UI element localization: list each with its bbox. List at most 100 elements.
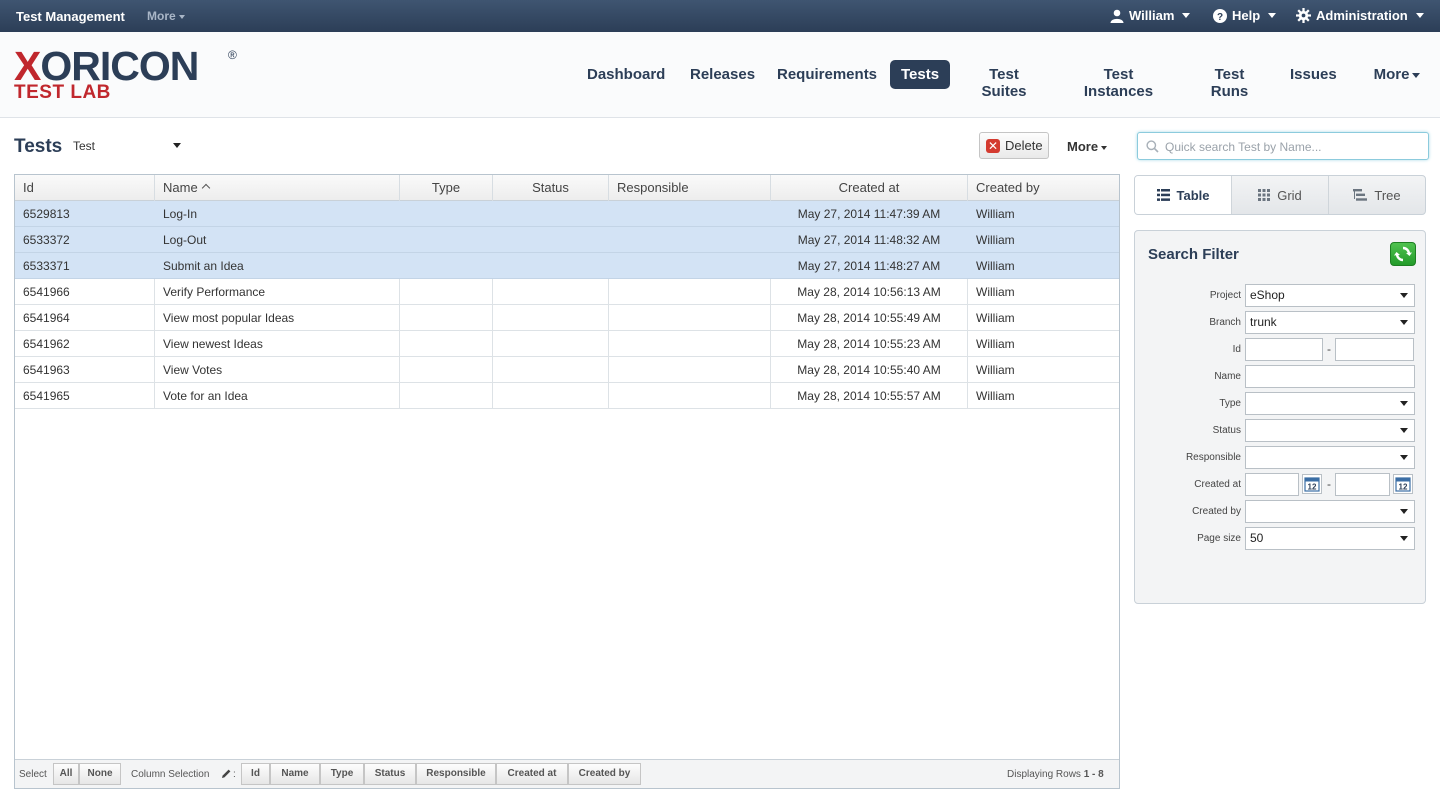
select-all-button[interactable]: All [53,763,79,785]
table-header: Id Name Type Status Responsible Created … [15,175,1119,201]
nav-issues[interactable]: Issues [1290,60,1337,89]
nav-dashboard[interactable]: Dashboard [587,60,665,89]
cell-status [493,253,609,279]
table-row[interactable]: 6541966 Verify Performance May 28, 2014 10… [15,279,1119,305]
name-input[interactable] [1245,365,1415,388]
toggle-column-created-at[interactable]: Created at [496,763,568,785]
cell-responsible [609,357,771,383]
toggle-column-name[interactable]: Name [270,763,320,785]
cell-status [493,331,609,357]
created-at-to-input[interactable] [1335,473,1390,496]
cell-created-by: William [976,311,1015,325]
view-tab-table[interactable]: Table [1135,176,1232,214]
cell-created-at: May 28, 2014 10:55:23 AM [771,331,968,357]
status-label: Status [1212,425,1241,436]
table-row[interactable]: 6541965 Vote for an Idea May 28, 2014 10:5… [15,383,1119,409]
column-header-responsible[interactable]: Responsible [609,175,771,201]
toggle-column-responsible[interactable]: Responsible [416,763,496,785]
chevron-down-icon [1400,320,1408,325]
cell-status [493,357,609,383]
column-header-id[interactable]: Id [15,175,155,201]
search-filter-title: Search Filter [1148,246,1239,263]
nav-releases[interactable]: Releases [690,60,755,89]
cell-status [493,383,609,409]
sort-ascending-icon [201,183,210,193]
view-tab-grid[interactable]: Grid [1232,176,1329,214]
table-row[interactable]: 6533372 Log-Out May 27, 2014 11:48:32 AM Wi… [15,227,1119,253]
chevron-down-icon [1400,293,1408,298]
calendar-icon[interactable]: 12 [1393,474,1413,494]
user-menu[interactable]: William [1110,8,1191,23]
refresh-icon [1394,246,1412,262]
table-row[interactable]: 6541962 View newest Ideas May 28, 2014 10:… [15,331,1119,357]
toggle-column-status[interactable]: Status [364,763,416,785]
cell-responsible [609,201,771,227]
table-row[interactable]: 6541963 View Votes May 28, 2014 10:55:40 A… [15,357,1119,383]
nav-test-suites[interactable]: Test Suites [965,60,1043,100]
status-select[interactable] [1245,419,1415,442]
pencil-icon [222,769,231,778]
chevron-down-icon [1400,536,1408,541]
table-row[interactable]: 6529813 Log-In May 27, 2014 11:47:39 AM Wil… [15,201,1119,227]
id-from-input[interactable] [1245,338,1323,361]
app-title[interactable]: Test Management [16,9,125,24]
cell-id: 6541966 [15,279,155,305]
branch-select[interactable]: trunk [1245,311,1415,334]
id-to-input[interactable] [1335,338,1414,361]
created-by-select[interactable] [1245,500,1415,523]
help-menu[interactable]: ? Help [1213,8,1277,23]
administration-menu[interactable]: Administration [1296,8,1424,23]
calendar-icon[interactable]: 12 [1302,474,1322,494]
chevron-down-icon [1412,72,1421,78]
toggle-column-id[interactable]: Id [241,763,270,785]
toggle-column-type[interactable]: Type [320,763,364,785]
cell-status [493,227,609,253]
nav-test-instances[interactable]: Test Instances [1068,60,1169,100]
column-header-status[interactable]: Status [493,175,609,201]
xoricon-logo[interactable]: XORICON ® TEST LAB [14,46,237,103]
top-more-menu[interactable]: More [147,9,185,23]
column-header-name[interactable]: Name [155,175,400,201]
project-select[interactable]: eShop [1245,284,1415,307]
responsible-select[interactable] [1245,446,1415,469]
chevron-down-icon [1415,13,1424,18]
nav-more[interactable]: More [1372,60,1422,89]
refresh-filter-button[interactable] [1390,242,1416,266]
cell-created-by: William [976,259,1015,273]
nav-test-runs[interactable]: Test Runs [1195,60,1264,100]
cell-created-by: William [976,389,1015,403]
chevron-down-icon [1400,509,1408,514]
toggle-column-created-by[interactable]: Created by [568,763,641,785]
help-icon: ? [1213,8,1227,23]
table-footer: Select All None Column Selection : Id Na… [15,759,1119,788]
column-selection-label: Column Selection [131,769,210,780]
view-tab-tree[interactable]: Tree [1329,176,1425,214]
quick-search-input[interactable] [1165,139,1423,155]
select-none-button[interactable]: None [79,763,121,785]
page-size-select[interactable]: 50 [1245,527,1415,550]
created-at-from-input[interactable] [1245,473,1299,496]
column-header-created-at[interactable]: Created at [771,175,968,201]
table-row[interactable]: 6533371 Submit an Idea May 27, 2014 11:48:… [15,253,1119,279]
project-label: Project [1209,290,1241,301]
created-by-label: Created by [1192,506,1241,517]
search-filter-panel: Search Filter Project eShop Branch trunk… [1134,230,1426,604]
cell-created-at: May 27, 2014 11:48:32 AM [797,233,941,247]
nav-tests[interactable]: Tests [890,60,950,89]
cell-name: Log-Out [163,233,207,247]
id-label: Id [1232,344,1241,355]
column-header-created-by[interactable]: Created by [968,175,1119,201]
actions-more-button[interactable]: More [1067,139,1108,154]
responsible-label: Responsible [1185,452,1241,463]
column-header-type[interactable]: Type [400,175,493,201]
test-type-select[interactable]: Test [73,139,185,153]
cell-type [400,279,493,305]
delete-button[interactable]: ✕ Delete [979,132,1049,159]
chevron-down-icon [178,14,185,19]
table-row[interactable]: 6541964 View most popular Ideas May 28, 20… [15,305,1119,331]
select-label: Select [19,769,47,780]
type-select[interactable] [1245,392,1415,415]
cell-created-by: William [976,363,1015,377]
nav-requirements[interactable]: Requirements [777,60,877,89]
cell-id: 6541963 [15,357,155,383]
